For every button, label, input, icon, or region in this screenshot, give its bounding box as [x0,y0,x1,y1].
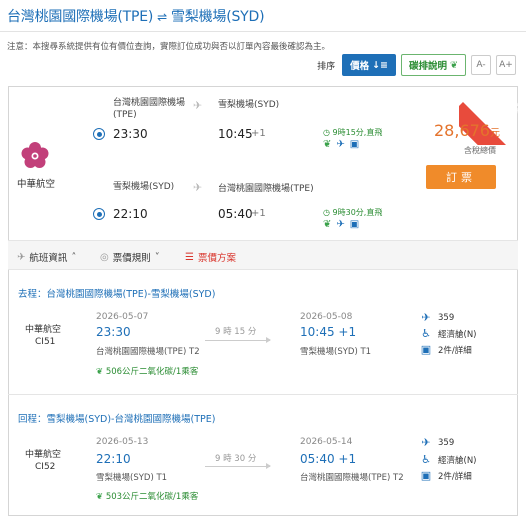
leg-inbound-baggage[interactable]: ▣ 2件/詳細 [420,469,472,482]
outbound-amenities: ❦ ✈ ▣ [323,139,359,150]
tab-fare-plan[interactable]: ☰ 票價方案 [185,250,236,265]
tab-flight-info[interactable]: ✈ 航班資訊 ˄ [17,250,77,265]
plane-icon: ✈ [336,139,345,150]
route-origin: 台灣桃園國際機場(TPE) [7,9,154,25]
route-title: 台灣桃園國際機場(TPE) ⇌ 雪梨機場(SYD) [7,6,265,26]
notice-text: 注意：本搜尋系統提供有位有價位查詢，實際訂位成功與否以訂單內容最後確認為主。 [7,42,331,52]
inbound-arr-time: 05:40 [218,207,253,221]
leaf-icon: ❦ [96,367,104,377]
inbound-day-offset: +1 [251,208,266,219]
font-increase-button[interactable]: A+ [496,55,516,75]
outbound-arr-time: 10:45 [218,127,253,141]
leg-outbound-dep-date: 2026-05-07 [96,312,149,322]
route-header: 台灣桃園國際機場(TPE) ⇌ 雪梨機場(SYD) [0,0,526,32]
sort-bar: 排序 價格 ↓≡ 碳排說明 ❦ A- A+ [317,54,516,76]
swap-arrows-icon[interactable]: ⇌ [157,10,167,24]
leaf-icon: ❦ [323,139,332,150]
leg-outbound-aircraft: ✈ 359 [421,311,455,324]
clock-icon: ◷ [323,208,330,217]
inbound-destination: 台灣桃園國際機場(TPE) [218,184,314,194]
leg-inbound-arr-date: 2026-05-14 [300,437,353,447]
outbound-day-offset: +1 [251,128,266,139]
leg-inbound-heading: 回程：雪梨機場(SYD)-台灣桃園國際機場(TPE) [18,414,216,425]
leg-outbound-duration: 9 時 15 分 [215,327,257,337]
leaf-icon: ❦ [96,492,104,502]
plane-icon: ✈ [193,99,203,112]
flight-card [8,86,518,516]
inbound-origin: 雪梨機場(SYD) [113,182,175,192]
leg-inbound-flight-no: CI52 [35,462,56,472]
tab-fare-rules[interactable]: ◎ 票價規則 ˅ [100,250,160,265]
leg-inbound-duration: 9 時 30 分 [215,454,257,464]
book-button[interactable]: 訂票 [426,165,496,189]
carbon-info-label: 碳排說明 [409,61,448,72]
inbound-dep-time: 22:10 [113,207,148,221]
clock-icon: ◷ [323,128,330,137]
outbound-radio[interactable] [93,128,105,140]
sort-label: 排序 [317,61,336,72]
outbound-origin: 台灣桃園國際機場(TPE) [113,98,186,120]
sort-price-button[interactable]: 價格 ↓≡ [342,54,397,76]
outbound-duration: ◷ 9時15分,直飛 [323,128,383,137]
leg-outbound-arr-airport: 雪梨機場(SYD) T1 [300,347,372,357]
leg-outbound-arr-date: 2026-05-08 [300,312,353,322]
plane-icon: ✈ [17,251,26,263]
baggage-icon: ▣ [420,343,432,356]
leg-outbound-dep-time: 23:30 [96,325,131,339]
baggage-icon: ▣ [349,139,360,150]
arrow-right-icon [205,463,271,469]
baggage-icon: ▣ [349,219,360,230]
leg-outbound-airline: 中華航空 [25,325,62,335]
leaf-icon: ❦ [450,59,458,71]
price: 28,676元 [434,121,500,140]
outbound-dep-time: 23:30 [113,127,148,141]
divider [8,394,518,395]
leg-inbound-airline: 中華航空 [25,450,62,460]
plane-icon: ✈ [336,219,345,230]
seat-icon: ♿ [421,453,431,466]
leg-inbound-dep-time: 22:10 [96,452,131,466]
leg-outbound-cabin: ♿ 經濟艙(N) [421,327,477,340]
airline-logo-icon [21,142,49,168]
leg-inbound-co2: ❦ 503公斤二氧化碳/1乘客 [96,492,199,502]
plane-icon: ✈ [193,181,203,194]
sort-ascending-icon: ↓≡ [372,59,389,71]
route-destination: 雪梨機場(SYD) [171,9,265,25]
leaf-icon: ❦ [323,219,332,230]
leg-outbound-co2: ❦ 506公斤二氧化碳/1乘客 [96,367,199,377]
outbound-destination: 雪梨機場(SYD) [218,100,280,110]
chevron-up-icon: ˄ [71,251,77,263]
seat-icon: ♿ [421,327,431,340]
airline-name: 中華航空 [17,179,56,190]
price-note: 含稅總價 [464,146,496,155]
leg-outbound-baggage[interactable]: ▣ 2件/詳細 [420,343,472,356]
plane-icon: ✈ [421,311,431,324]
leg-outbound-flight-no: CI51 [35,337,56,347]
inbound-radio[interactable] [93,208,105,220]
carbon-info-button[interactable]: 碳排說明 ❦ [401,54,466,76]
baggage-icon: ▣ [420,469,432,482]
leg-outbound-arr-time: 10:45 +1 [300,325,357,339]
leg-outbound-dep-airport: 台灣桃園國際機場(TPE) T2 [96,347,200,357]
leg-inbound-aircraft: ✈ 359 [421,436,455,449]
sort-price-label: 價格 [350,61,370,72]
leg-inbound-dep-date: 2026-05-13 [96,437,149,447]
leg-inbound-dep-airport: 雪梨機場(SYD) T1 [96,473,168,483]
list-icon: ☰ [185,251,194,263]
plane-icon: ✈ [421,436,431,449]
coin-icon: ◎ [100,251,109,263]
arrow-right-icon [205,337,271,343]
leg-inbound-cabin: ♿ 經濟艙(N) [421,453,477,466]
detail-tabs [8,240,518,270]
chevron-down-icon: ˅ [154,251,160,263]
inbound-amenities: ❦ ✈ ▣ [323,219,359,230]
inbound-duration: ◷ 9時30分,直飛 [323,208,383,217]
leg-inbound-arr-time: 05:40 +1 [300,452,357,466]
font-decrease-button[interactable]: A- [471,55,491,75]
leg-inbound-arr-airport: 台灣桃園國際機場(TPE) T2 [300,473,404,483]
leg-outbound-heading: 去程：台灣桃園國際機場(TPE)-雪梨機場(SYD) [18,289,216,300]
